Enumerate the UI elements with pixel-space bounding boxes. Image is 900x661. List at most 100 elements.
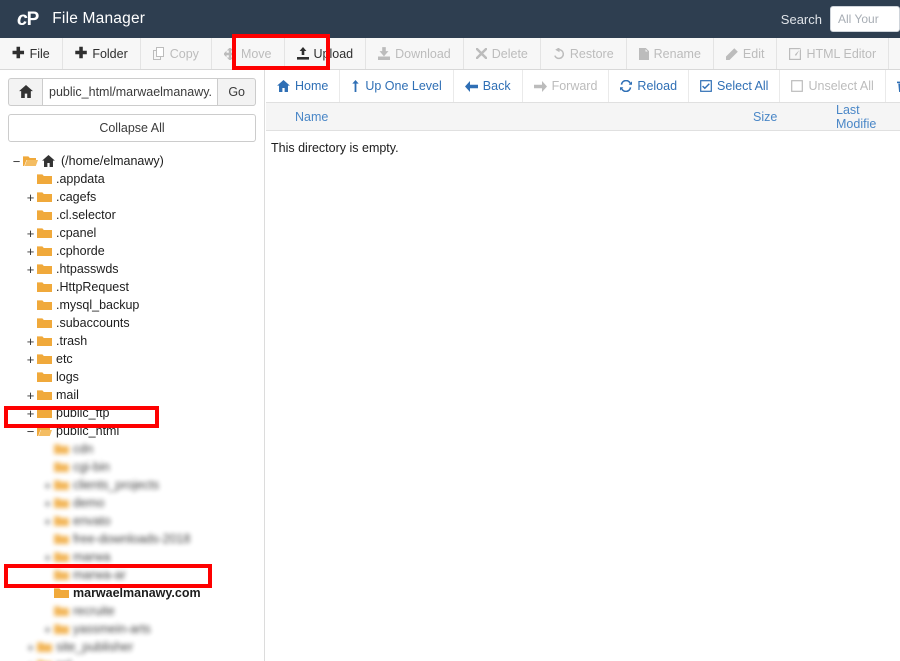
tree-item-label: public_html — [56, 423, 120, 438]
arrow-up-icon — [352, 80, 360, 92]
select-all-button[interactable]: Select All — [689, 70, 781, 102]
folder-icon — [37, 210, 52, 220]
folder-open-icon — [23, 155, 38, 167]
file-button[interactable]: ✚ File — [0, 38, 63, 69]
home-button[interactable]: Home — [266, 70, 341, 102]
folder-icon — [37, 300, 52, 310]
column-header-last-modified[interactable]: Last Modifie — [836, 103, 900, 131]
tree-item-free-downloads-2018[interactable]: free-downloads-2018 — [10, 530, 264, 548]
folder-button[interactable]: ✚ Folder — [63, 38, 141, 69]
toolbar-item-label: Delete — [491, 46, 528, 61]
folder-icon — [37, 389, 52, 401]
tree-item-cdn[interactable]: cdn — [10, 440, 264, 458]
tree-item-public_ftp[interactable]: + public_ftp — [10, 404, 264, 422]
tree-item-logs[interactable]: logs — [10, 368, 264, 386]
tree-item-clients_projects[interactable]: + clients_projects — [10, 476, 264, 494]
folder-icon — [54, 533, 69, 545]
tree-item-cgi-bin[interactable]: cgi-bin — [10, 458, 264, 476]
tree-item-label: envato — [73, 513, 111, 528]
view-trash-button[interactable]: View Trash — [886, 70, 900, 102]
collapse-all-button[interactable]: Collapse All — [8, 114, 256, 142]
expand-toggle-icon[interactable]: + — [41, 479, 54, 492]
folder-icon — [37, 372, 52, 382]
tree-item-recruite[interactable]: recruite — [10, 602, 264, 620]
folder-icon — [37, 641, 52, 653]
download-icon — [378, 47, 391, 60]
expand-toggle-icon[interactable]: + — [41, 497, 54, 510]
page-title: File Manager — [52, 10, 146, 27]
brand: cP File Manager — [0, 10, 145, 29]
tree-item-.HttpRequest[interactable]: .HttpRequest — [10, 278, 264, 296]
expand-toggle-icon[interactable]: + — [24, 245, 37, 258]
tree-item-mail[interactable]: + mail — [10, 386, 264, 404]
tree-item-.htpasswds[interactable]: + .htpasswds — [10, 260, 264, 278]
expand-toggle-icon[interactable]: + — [41, 515, 54, 528]
expand-toggle-icon[interactable]: + — [24, 407, 37, 420]
back-button[interactable]: Back — [454, 70, 523, 102]
folder-icon — [37, 263, 52, 275]
plus-icon: ✚ — [75, 46, 88, 61]
tree-item-.trash[interactable]: + .trash — [10, 332, 264, 350]
expand-toggle-icon[interactable]: + — [24, 335, 37, 348]
checkbox-empty-icon — [791, 80, 804, 92]
up-one-level-button[interactable]: Up One Level — [340, 70, 454, 102]
upload-button[interactable]: Upload — [285, 38, 367, 69]
expand-toggle-icon[interactable]: + — [24, 227, 37, 240]
folder-icon — [54, 462, 69, 472]
tree-item-marwa-ar[interactable]: marwa-ar — [10, 566, 264, 584]
folder-icon — [54, 552, 69, 562]
search-input[interactable] — [830, 6, 900, 32]
expand-toggle-icon[interactable]: + — [24, 389, 37, 402]
path-input[interactable] — [42, 77, 218, 106]
expand-toggle-icon[interactable]: + — [24, 353, 37, 366]
column-header-name[interactable]: Name — [266, 110, 328, 124]
expand-toggle-icon[interactable]: + — [41, 623, 54, 636]
folder-icon — [54, 479, 69, 491]
checkbox-checked-icon — [700, 80, 712, 92]
collapse-toggle-icon[interactable]: − — [10, 155, 23, 168]
copy-button: Copy — [141, 38, 212, 69]
permissions-button: Permissions — [889, 38, 900, 69]
arrow-up-icon — [351, 80, 360, 92]
tree-item-label: .trash — [56, 333, 88, 348]
tree-item-site_publisher[interactable]: + site_publisher — [10, 638, 264, 656]
toolbar-item-label: File — [29, 46, 50, 61]
tree-item-.cphorde[interactable]: + .cphorde — [10, 242, 264, 260]
toolbar-item-label: Download — [395, 46, 451, 61]
close-icon — [475, 48, 487, 59]
download-icon — [378, 47, 391, 60]
upload-icon — [296, 47, 309, 60]
tree-item-envato[interactable]: + envato — [10, 512, 264, 530]
tree-item-homeelmanawy[interactable]: − (/home/elmanawy) — [10, 152, 264, 170]
folder-icon — [37, 317, 52, 329]
tree-item-.mysql_backup[interactable]: .mysql_backup — [10, 296, 264, 314]
tree-item-yassmein-arts[interactable]: + yassmein-arts — [10, 620, 264, 638]
tree-item-etc[interactable]: + etc — [10, 350, 264, 368]
tree-item-.cagefs[interactable]: + .cagefs — [10, 188, 264, 206]
expand-toggle-icon[interactable]: + — [24, 191, 37, 204]
tree-item-.cl.selector[interactable]: .cl.selector — [10, 206, 264, 224]
folder-icon — [54, 497, 69, 509]
toolbar-item-label: Folder — [92, 46, 128, 61]
folder-icon — [37, 407, 52, 419]
go-button[interactable]: Go — [217, 77, 256, 106]
folder-icon — [37, 227, 52, 239]
reload-button[interactable]: Reload — [609, 70, 690, 102]
home-icon — [42, 155, 55, 167]
tree-item-.appdata[interactable]: .appdata — [10, 170, 264, 188]
collapse-toggle-icon[interactable]: − — [24, 425, 37, 438]
tree-item-.subaccounts[interactable]: .subaccounts — [10, 314, 264, 332]
folder-icon — [37, 192, 52, 202]
tree-item-demo[interactable]: + demo — [10, 494, 264, 512]
app-header: cP File Manager Search — [0, 0, 900, 38]
expand-toggle-icon[interactable]: + — [24, 263, 37, 276]
tree-item-public_html[interactable]: − public_html — [10, 422, 264, 440]
expand-toggle-icon[interactable]: + — [24, 641, 37, 654]
expand-toggle-icon[interactable]: + — [41, 551, 54, 564]
tree-item-ssl[interactable]: +ssl — [10, 656, 264, 661]
tree-item-.cpanel[interactable]: + .cpanel — [10, 224, 264, 242]
path-home-button[interactable] — [8, 77, 42, 106]
tree-item-marwaelmanawy.com[interactable]: marwaelmanawy.com — [10, 584, 264, 602]
column-header-size[interactable]: Size — [753, 110, 777, 124]
tree-item-marwa[interactable]: + marwa — [10, 548, 264, 566]
